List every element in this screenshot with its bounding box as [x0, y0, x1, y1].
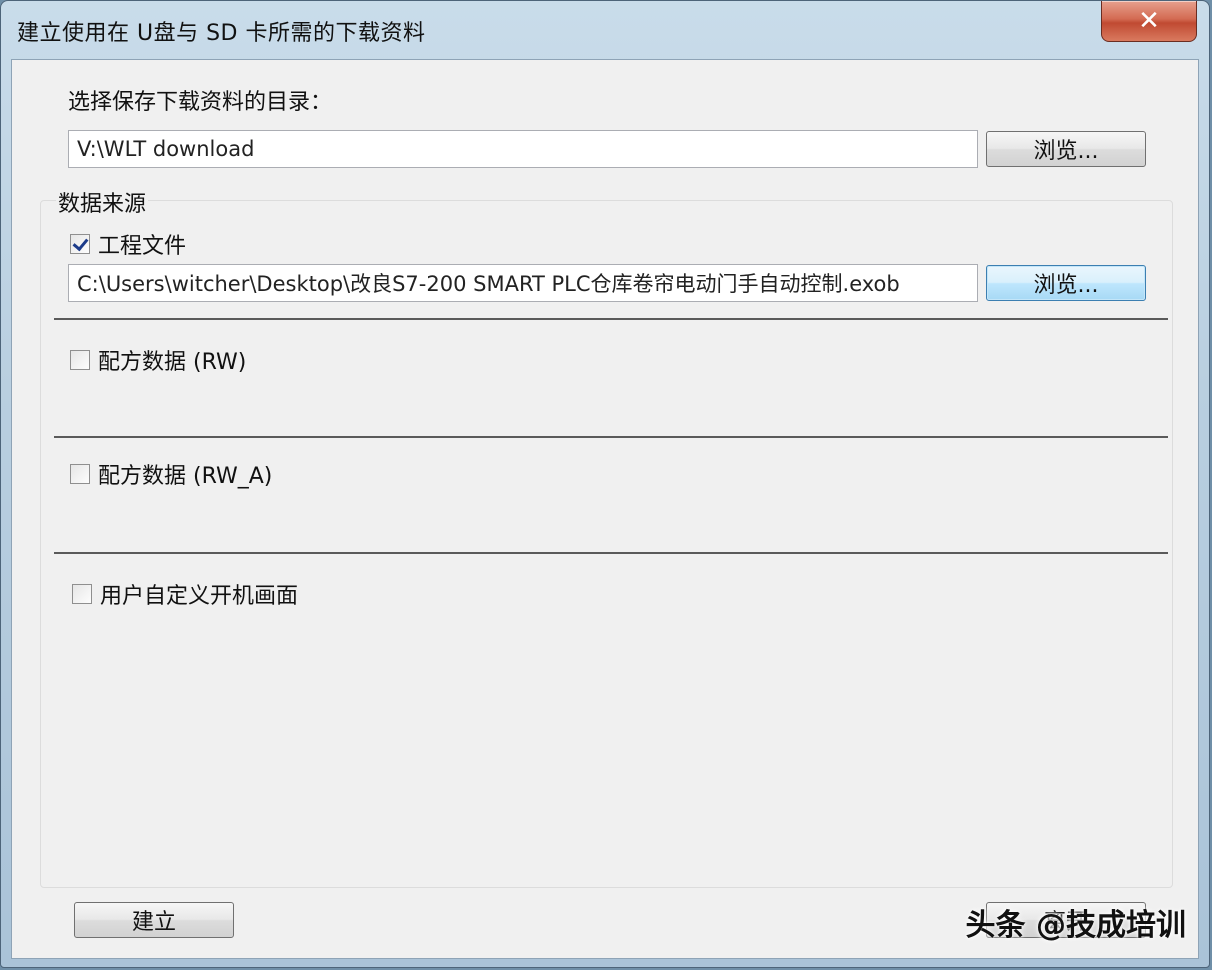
recipe-rw-label: 配方数据 (RW) [98, 350, 247, 375]
recipe-rw-option[interactable]: 配方数据 (RW) [70, 344, 246, 376]
recipe-rw-a-option[interactable]: 配方数据 (RW_A) [70, 458, 272, 490]
section-divider [54, 436, 1168, 438]
directory-label: 选择保存下载资料的目录： [68, 90, 333, 115]
data-source-group-label: 数据来源 [56, 186, 149, 218]
create-button[interactable]: 建立 [74, 902, 234, 938]
close-icon: ✕ [1138, 6, 1160, 36]
custom-boot-screen-option[interactable]: 用户自定义开机画面 [72, 578, 298, 610]
recipe-rw-a-label: 配方数据 (RW_A) [98, 464, 273, 489]
project-file-label: 工程文件 [98, 234, 187, 259]
directory-input[interactable]: V:\WLT download [68, 130, 978, 168]
watermark: 头条 @技成培训 [965, 908, 1186, 943]
recipe-rw-a-checkbox[interactable] [70, 464, 90, 484]
custom-boot-screen-checkbox[interactable] [72, 584, 92, 604]
data-source-group [40, 200, 1173, 888]
dialog-body: 选择保存下载资料的目录： V:\WLT download 浏览... 数据来源 … [11, 59, 1199, 959]
close-button[interactable]: ✕ [1101, 1, 1197, 42]
directory-browse-button[interactable]: 浏览... [986, 131, 1146, 167]
window-title: 建立使用在 U盘与 SD 卡所需的下载资料 [17, 21, 426, 46]
recipe-rw-checkbox[interactable] [70, 350, 90, 370]
section-divider [54, 552, 1168, 554]
project-file-browse-button[interactable]: 浏览... [986, 265, 1146, 301]
dialog-window: 建立使用在 U盘与 SD 卡所需的下载资料 ✕ 选择保存下载资料的目录： V:\… [0, 0, 1210, 968]
title-bar[interactable]: 建立使用在 U盘与 SD 卡所需的下载资料 ✕ [1, 1, 1209, 57]
custom-boot-screen-label: 用户自定义开机画面 [100, 584, 299, 609]
project-file-checkbox[interactable] [70, 234, 90, 254]
project-file-option[interactable]: 工程文件 [70, 228, 186, 260]
section-divider [54, 318, 1168, 320]
project-file-path-input[interactable]: C:\Users\witcher\Desktop\改良S7-200 SMART … [68, 264, 978, 302]
